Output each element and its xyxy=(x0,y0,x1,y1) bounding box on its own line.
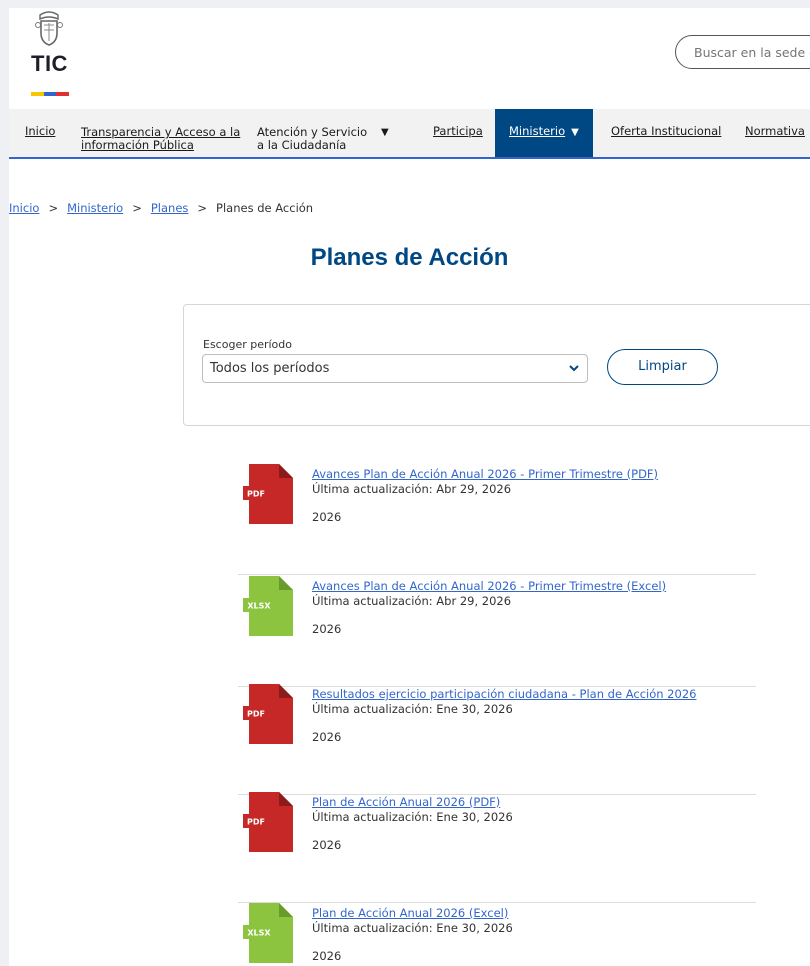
document-item: XLSX Avances Plan de Acción Anual 2026 - … xyxy=(238,576,756,687)
breadcrumb: Inicio > Ministerio > Planes > Planes de Acció… xyxy=(9,201,313,215)
document-year: 2026 xyxy=(312,730,342,744)
breadcrumb-link-ministerio[interactable]: Ministerio xyxy=(67,201,123,215)
period-select-value: Todos los períodos xyxy=(210,361,330,376)
document-updated: Última actualización: Ene 30, 2026 xyxy=(312,921,513,935)
nav-item-atencion-label: Atención y Servicio a la Ciudadanía xyxy=(257,125,368,152)
document-item: PDF Plan de Acción Anual 2026 (PDF) Última… xyxy=(238,792,756,903)
nav-item-normativa[interactable]: Normativa xyxy=(745,125,805,138)
logo-text: TIC xyxy=(31,51,68,76)
document-updated: Última actualización: Abr 29, 2026 xyxy=(312,482,512,496)
nav-item-ministerio[interactable]: Ministerio ▼ xyxy=(495,109,593,157)
breadcrumb-separator: > xyxy=(197,201,208,215)
period-filter-label: Escoger período xyxy=(203,338,292,351)
page: TIC Inicio Transparencia y Acceso a la i… xyxy=(9,8,810,966)
period-filter: Escoger período Todos los períodos Limpi… xyxy=(183,304,810,426)
document-link[interactable]: Plan de Acción Anual 2026 (Excel) xyxy=(312,906,508,920)
breadcrumb-current: Planes de Acción xyxy=(216,201,314,215)
document-link[interactable]: Avances Plan de Acción Anual 2026 - Prim… xyxy=(312,579,666,593)
file-type-label: XLSX xyxy=(247,602,271,611)
nav-item-ministerio-label: Ministerio xyxy=(509,124,566,138)
xlsx-file-icon[interactable]: XLSX xyxy=(243,576,293,636)
file-type-label: PDF xyxy=(247,710,265,719)
coat-of-arms-icon xyxy=(35,11,63,46)
document-year: 2026 xyxy=(312,510,342,524)
document-item: PDF Resultados ejercicio participación ci… xyxy=(238,684,756,795)
file-type-label: PDF xyxy=(247,490,265,499)
breadcrumb-link-inicio[interactable]: Inicio xyxy=(9,201,39,215)
breadcrumb-link-planes[interactable]: Planes xyxy=(151,201,189,215)
flag-bar xyxy=(31,92,70,96)
document-item: XLSX Plan de Acción Anual 2026 (Excel) Últ… xyxy=(238,903,756,966)
nav-item-participa[interactable]: Participa xyxy=(433,125,483,138)
caret-down-icon: ▼ xyxy=(381,127,389,138)
nav-item-inicio[interactable]: Inicio xyxy=(25,125,55,138)
pdf-file-icon[interactable]: PDF xyxy=(243,684,293,744)
chevron-down-icon xyxy=(569,360,579,379)
tic-logo[interactable]: TIC xyxy=(29,11,79,99)
document-link[interactable]: Plan de Acción Anual 2026 (PDF) xyxy=(312,795,500,809)
clear-button[interactable]: Limpiar xyxy=(607,349,718,385)
document-link[interactable]: Avances Plan de Acción Anual 2026 - Prim… xyxy=(312,467,658,481)
breadcrumb-separator: > xyxy=(48,201,59,215)
xlsx-file-icon[interactable]: XLSX xyxy=(243,903,293,963)
period-select[interactable]: Todos los períodos xyxy=(202,354,588,383)
main-nav: Inicio Transparencia y Acceso a la infor… xyxy=(9,109,810,159)
nav-item-atencion[interactable]: Atención y Servicio a la Ciudadanía ▼ xyxy=(257,126,389,152)
file-type-label: PDF xyxy=(247,818,265,827)
nav-item-transparencia[interactable]: Transparencia y Acceso a la información … xyxy=(81,126,241,152)
pdf-file-icon[interactable]: PDF xyxy=(243,464,293,524)
document-item: PDF Avances Plan de Acción Anual 2026 - P… xyxy=(238,464,756,575)
breadcrumb-separator: > xyxy=(132,201,142,215)
search-input[interactable] xyxy=(675,35,810,69)
caret-down-icon: ▼ xyxy=(571,127,579,138)
document-link[interactable]: Resultados ejercicio participación ciuda… xyxy=(312,687,696,701)
document-year: 2026 xyxy=(312,949,342,963)
file-type-label: XLSX xyxy=(247,929,271,938)
page-title: Planes de Acción xyxy=(310,244,509,271)
document-year: 2026 xyxy=(312,838,342,852)
document-updated: Última actualización: Ene 30, 2026 xyxy=(312,702,513,716)
document-updated: Última actualización: Ene 30, 2026 xyxy=(312,810,513,824)
nav-item-oferta[interactable]: Oferta Institucional xyxy=(611,125,721,138)
document-updated: Última actualización: Abr 29, 2026 xyxy=(312,594,512,608)
document-year: 2026 xyxy=(312,622,342,636)
pdf-file-icon[interactable]: PDF xyxy=(243,792,293,852)
